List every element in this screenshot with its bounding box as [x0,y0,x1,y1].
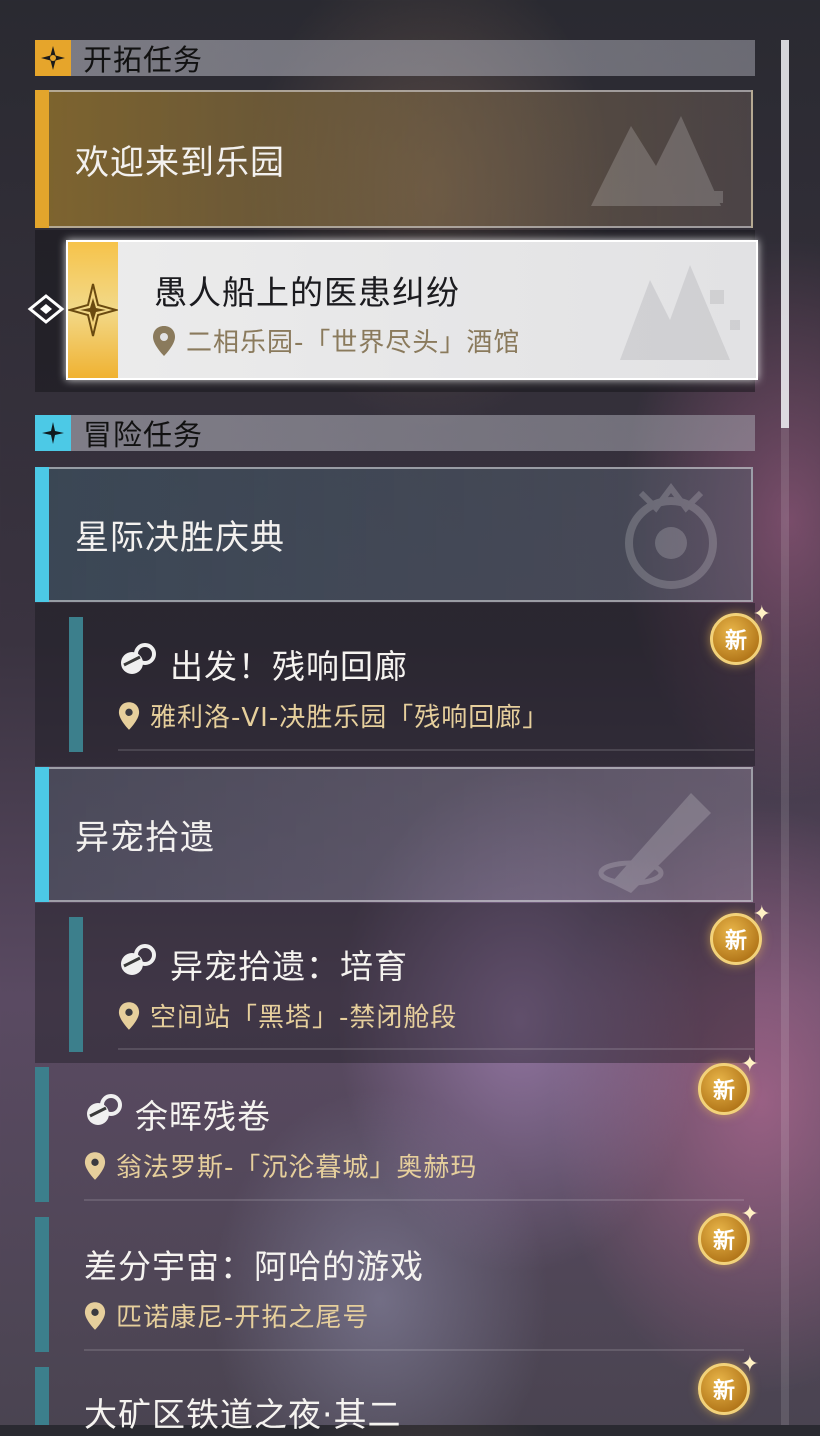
quest-location-text: 空间站「黑塔」-禁闭舱段 [150,1003,458,1033]
quest-location: 空间站「黑塔」-禁闭舱段 [118,997,457,1034]
quest-location-text: 雅利洛-VI-决胜乐园「残响回廊」 [150,703,550,733]
quest-location: 二相乐园-「世界尽头」酒馆 [152,322,520,359]
quest-location: 雅利洛-VI-决胜乐园「残响回廊」 [118,697,549,734]
quest-type-icon [84,1092,124,1128]
group-card-pet-rescue[interactable]: 异宠拾遗 [35,767,753,902]
group-accent-bar [35,467,49,602]
adventure-section-header: 冒险任务 [35,415,755,452]
sparkle-icon: ✦ [740,1052,759,1077]
quest-location-text: 匹诺康尼-开拓之尾号 [116,1303,370,1333]
selection-arrow-icon [27,294,65,324]
emblem-decoration-icon [598,793,711,893]
sparkle-icon [35,415,71,451]
group-card-welcome[interactable]: 欢迎来到乐园 [35,90,753,228]
quest-title: 愚人船上的医患纠纷 [154,273,460,312]
sparkle-icon: ✦ [752,602,771,627]
quest-location-text: 翁法罗斯-「沉沦暮城」奥赫玛 [116,1153,478,1183]
location-pin-icon [153,325,175,356]
section-title: 开拓任务 [83,43,204,77]
emblem-decoration-icon [625,483,717,589]
quest-accent-bar [69,917,83,1052]
quest-location-text: 二相乐园-「世界尽头」酒馆 [186,328,521,358]
group-label: 星际决胜庆典 [75,518,285,558]
sparkle-icon: ✦ [740,1202,759,1227]
location-pin-icon [84,1301,106,1330]
emblem-decoration-icon [591,116,723,206]
quest-type-icon [118,942,158,978]
group-card-stellar-festival[interactable]: 星际决胜庆典 [35,467,753,602]
quest-type-icon [66,242,120,378]
new-badge: 新 ✦ [710,602,771,665]
trailblaze-section-header: 开拓任务 [35,40,755,77]
location-pin-icon [118,1001,140,1030]
section-title: 冒险任务 [83,418,204,452]
quest-location: 翁法罗斯-「沉沦暮城」奥赫玛 [84,1147,477,1184]
divider [118,1048,754,1050]
sparkle-icon: ✦ [740,1352,759,1377]
location-pin-icon [84,1151,106,1180]
group-accent-bar [35,767,49,902]
compass-star-icon [35,40,71,76]
location-pin-icon [118,701,140,730]
quest-title[interactable]: 差分宇宙：阿哈的游戏 [84,1240,424,1288]
group-label: 异宠拾遗 [75,818,215,858]
new-badge: 新 ✦ [698,1352,759,1415]
group-accent-bar [35,90,49,228]
new-badge: 新 ✦ [710,902,771,965]
quest-location: 匹诺康尼-开拓之尾号 [84,1297,369,1334]
quest-accent-bar [69,617,83,752]
quest-title[interactable]: 出发！残响回廊 [170,640,408,688]
sparkle-icon: ✦ [752,902,771,927]
divider [84,1349,744,1351]
quest-accent-bar [35,1217,49,1352]
selected-quest-card[interactable]: 愚人船上的医患纠纷 二相乐园-「世界尽头」酒馆 [66,240,758,380]
scrollbar-thumb[interactable] [781,40,789,428]
quest-accent-bar [35,1067,49,1202]
divider [118,749,754,751]
emblem-decoration-icon [620,265,740,360]
quest-title[interactable]: 余晖残卷 [135,1090,271,1138]
new-badge: 新 ✦ [698,1052,759,1115]
divider [84,1199,744,1201]
quest-title[interactable]: 异宠拾遗：培育 [170,940,408,988]
quest-title[interactable]: 大矿区铁道之夜·其二 [84,1388,402,1436]
new-badge: 新 ✦ [698,1202,759,1265]
group-label: 欢迎来到乐园 [75,142,285,183]
quest-accent-bar [35,1367,49,1425]
quest-type-icon [118,641,158,677]
